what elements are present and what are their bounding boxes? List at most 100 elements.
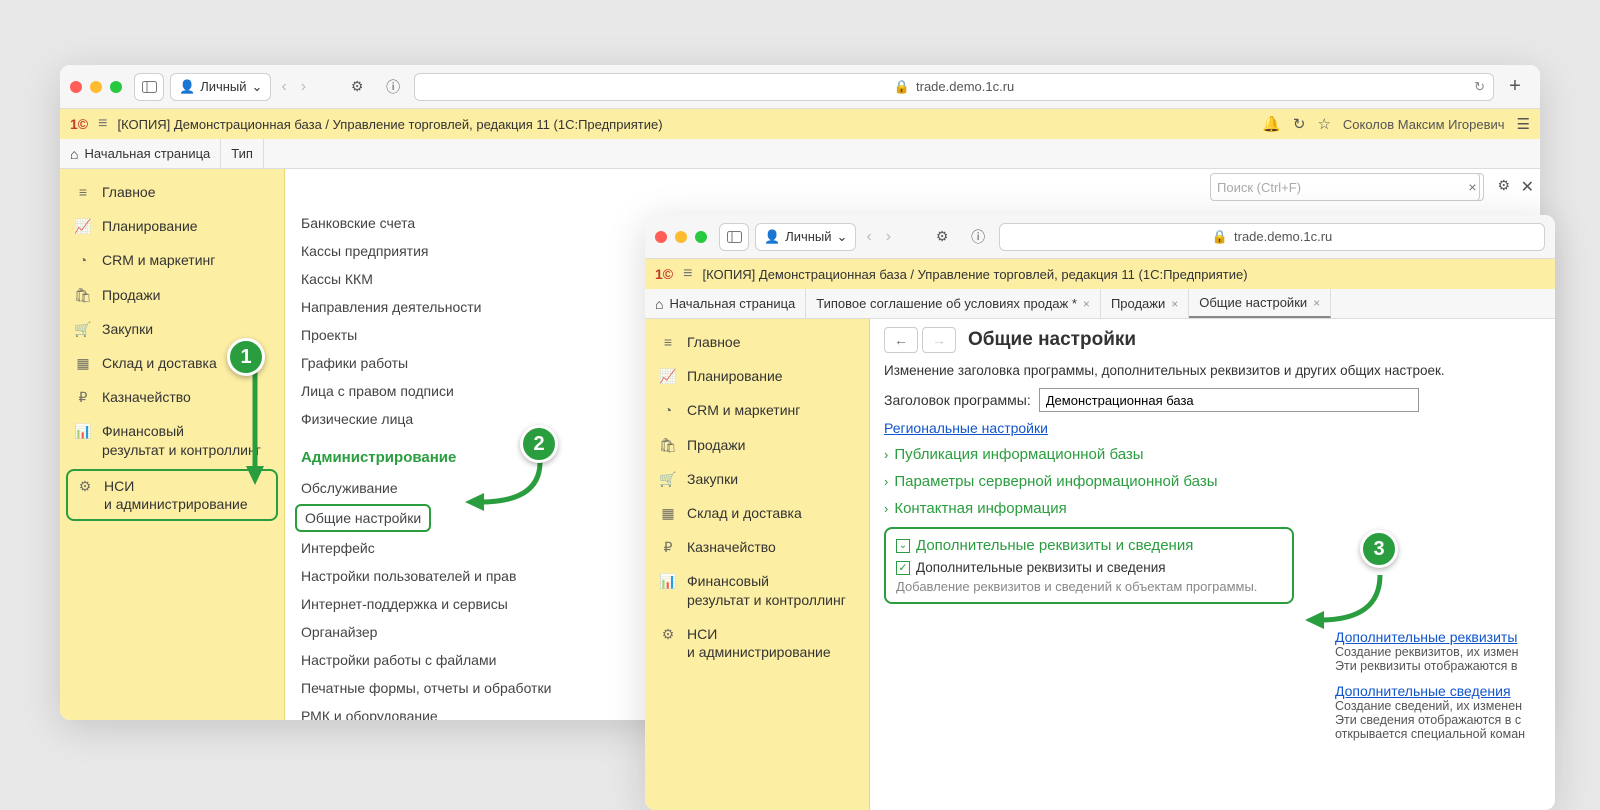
settings-icon[interactable]: ⚙ <box>1497 177 1510 194</box>
back-icon[interactable]: ‹ <box>862 228 875 246</box>
profile-button[interactable]: 👤 Личный ⌄ <box>170 73 271 101</box>
group-publication[interactable]: ›Публикация информационной базы <box>884 446 1541 463</box>
app-title: [КОПИЯ] Демонстрационная база / Управлен… <box>702 267 1247 282</box>
sidebar-item-sales[interactable]: 🛍Продажи <box>60 278 284 312</box>
sidebar-item-warehouse[interactable]: ▦Склад и доставка <box>645 496 869 530</box>
hamburger-icon[interactable]: ≡ <box>98 115 107 133</box>
sidebar-item-planning[interactable]: 📈Планирование <box>645 359 869 393</box>
boxes-icon: ▦ <box>74 354 92 372</box>
chevron-down-icon: ⌄ <box>837 229 848 245</box>
close-tab-icon[interactable]: × <box>1171 297 1178 311</box>
sidebar-item-crm[interactable]: ◔CRM и маркетинг <box>645 393 869 427</box>
gear-icon[interactable]: ⚙ <box>927 223 957 251</box>
tab-sales[interactable]: Продажи × <box>1101 289 1189 318</box>
sidebar-toggle-icon[interactable] <box>134 73 164 101</box>
menu-item-general-settings[interactable]: Общие настройки <box>295 504 431 532</box>
hamburger-icon[interactable]: ≡ <box>683 265 692 283</box>
bell-icon[interactable]: 🔔 <box>1262 115 1281 133</box>
sidebar-item-nsi[interactable]: ⚙ НСИ и администрирование <box>645 617 869 669</box>
group-contacts[interactable]: ›Контактная информация <box>884 500 1541 517</box>
sidebar: ≡Главное 📈Планирование ◔CRM и маркетинг … <box>645 319 870 810</box>
sidebar-item-main[interactable]: ≡Главное <box>645 325 869 359</box>
sidebar-label: Планирование <box>687 367 783 385</box>
forward-icon[interactable]: › <box>882 228 895 246</box>
tab-agreement[interactable]: Типовое соглашение об условиях продаж * … <box>806 289 1101 318</box>
close-tab-icon[interactable]: × <box>1083 297 1090 311</box>
tab-label: Начальная страница <box>669 296 795 311</box>
history-icon[interactable]: ↻ <box>1293 115 1306 133</box>
group-server-params[interactable]: ›Параметры серверной информационной базы <box>884 473 1541 490</box>
link-additional-info[interactable]: Дополнительные сведения <box>1335 683 1511 699</box>
address-bar[interactable]: 🔒 trade.demo.1c.ru ↻ <box>414 73 1494 101</box>
sidebar-item-purchases[interactable]: 🛒Закупки <box>645 462 869 496</box>
sidebar-toggle-icon[interactable] <box>719 223 749 251</box>
sidebar-item-treasury[interactable]: ₽ Казначейство <box>60 380 284 414</box>
tab-second[interactable]: Тип <box>221 139 264 168</box>
close-window-icon[interactable] <box>70 81 82 93</box>
home-icon: ⌂ <box>70 146 78 162</box>
maximize-window-icon[interactable] <box>110 81 122 93</box>
close-panel-icon[interactable]: ✕ <box>1521 177 1534 197</box>
user-name: Соколов Максим Игоревич <box>1343 117 1505 132</box>
group-title-row[interactable]: ⌄ Дополнительные реквизиты и сведения <box>896 537 1282 554</box>
forward-icon[interactable]: › <box>297 78 310 96</box>
logo-1c-icon: 1© <box>70 116 88 132</box>
back-icon[interactable]: ‹ <box>277 78 290 96</box>
menu-icon[interactable]: ☰ <box>1517 115 1530 133</box>
gear-icon: ⚙ <box>76 477 94 495</box>
link-regional-settings[interactable]: Региональные настройки <box>884 420 1048 436</box>
star-icon[interactable]: ☆ <box>1317 115 1330 133</box>
close-tab-icon[interactable]: × <box>1313 296 1320 310</box>
gear-icon: ⚙ <box>659 625 677 643</box>
chevron-right-icon: › <box>884 501 888 516</box>
minimize-window-icon[interactable] <box>675 231 687 243</box>
sidebar-item-treasury[interactable]: ₽Казначейство <box>645 530 869 564</box>
sidebar-label: Склад и доставка <box>102 354 217 372</box>
tab-label: Начальная страница <box>84 146 210 161</box>
app-title-bar: 1© ≡ [КОПИЯ] Демонстрационная база / Упр… <box>60 109 1540 139</box>
sidebar-item-main[interactable]: ≡Главное <box>60 175 284 209</box>
lock-icon: 🔒 <box>894 79 910 95</box>
sidebar-label: Казначейство <box>102 388 191 406</box>
logo-1c-icon: 1© <box>655 266 673 282</box>
gear-icon[interactable]: ⚙ <box>342 73 372 101</box>
chart-icon: 📈 <box>74 217 92 235</box>
clear-icon[interactable]: × <box>1462 173 1484 201</box>
boxes-icon: ▦ <box>659 504 677 522</box>
sidebar-item-finance[interactable]: 📊Финансовый результат и контроллинг <box>60 414 284 466</box>
refresh-icon[interactable]: ↻ <box>1474 79 1485 95</box>
program-title-input[interactable] <box>1039 388 1419 412</box>
sidebar-item-planning[interactable]: 📈Планирование <box>60 209 284 243</box>
person-icon: 👤 <box>764 229 780 245</box>
group-label: Параметры серверной информационной базы <box>894 473 1217 490</box>
info-icon[interactable]: ⓘ <box>963 223 993 251</box>
link-additional-reqs[interactable]: Дополнительные реквизиты <box>1335 629 1517 645</box>
group-label: Публикация информационной базы <box>894 446 1143 463</box>
sidebar-item-sales[interactable]: 🛍Продажи <box>645 428 869 462</box>
app-title: [КОПИЯ] Демонстрационная база / Управлен… <box>117 117 662 132</box>
side-desc: Эти реквизиты отображаются в <box>1335 659 1555 673</box>
address-bar[interactable]: 🔒 trade.demo.1c.ru <box>999 223 1545 251</box>
profile-button[interactable]: 👤 Личный ⌄ <box>755 223 856 251</box>
checkbox-additional-attrs[interactable]: ✓ <box>896 561 910 575</box>
sidebar-item-nsi[interactable]: ⚙НСИ и администрирование <box>66 469 278 521</box>
search-input[interactable]: Поиск (Ctrl+F) <box>1210 173 1480 201</box>
new-tab-icon[interactable]: + <box>1500 73 1530 101</box>
sidebar-label: Закупки <box>687 470 738 488</box>
maximize-window-icon[interactable] <box>695 231 707 243</box>
sidebar-label: НСИ и администрирование <box>687 625 831 661</box>
sidebar-item-finance[interactable]: 📊Финансовый результат и контроллинг <box>645 564 869 616</box>
info-icon[interactable]: ⓘ <box>378 73 408 101</box>
tab-general-settings[interactable]: Общие настройки × <box>1189 289 1331 318</box>
tab-home[interactable]: ⌂ Начальная страница <box>60 139 221 168</box>
list-icon: ≡ <box>659 333 677 351</box>
tab-home[interactable]: ⌂ Начальная страница <box>645 289 806 318</box>
ruble-icon: ₽ <box>74 388 92 406</box>
sidebar-item-crm[interactable]: ◔CRM и маркетинг <box>60 243 284 277</box>
nav-back-button[interactable]: ← <box>884 327 918 353</box>
close-window-icon[interactable] <box>655 231 667 243</box>
annotation-badge-1: 1 <box>227 338 265 376</box>
sidebar-label: Продажи <box>687 436 745 454</box>
nav-forward-button: → <box>922 327 956 353</box>
minimize-window-icon[interactable] <box>90 81 102 93</box>
